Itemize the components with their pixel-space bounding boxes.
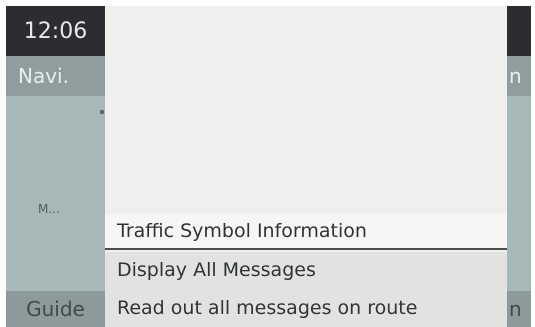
right-bottom-button[interactable]: n (507, 291, 531, 327)
head-unit-screen: 12:06 Navi. M... Guide n n Traffic Symbo… (6, 6, 531, 327)
menu-item-traffic-symbol-information[interactable]: Traffic Symbol Information (105, 214, 507, 250)
clock: 12:06 (6, 6, 105, 56)
right-tab[interactable]: n (507, 56, 531, 96)
guide-button[interactable]: Guide (6, 291, 105, 327)
map-place-label: M... (38, 202, 60, 216)
right-map-view (507, 96, 531, 291)
map-road-marker (100, 110, 104, 114)
menu-item-read-out-all-messages[interactable]: Read out all messages on route (105, 288, 507, 327)
traffic-options-menu: Traffic Symbol Information Display All M… (105, 6, 507, 327)
menu-item-display-all-messages[interactable]: Display All Messages (105, 252, 507, 288)
right-status-strip (507, 6, 531, 56)
map-view: M... (6, 96, 105, 291)
navi-tab[interactable]: Navi. (6, 56, 105, 96)
